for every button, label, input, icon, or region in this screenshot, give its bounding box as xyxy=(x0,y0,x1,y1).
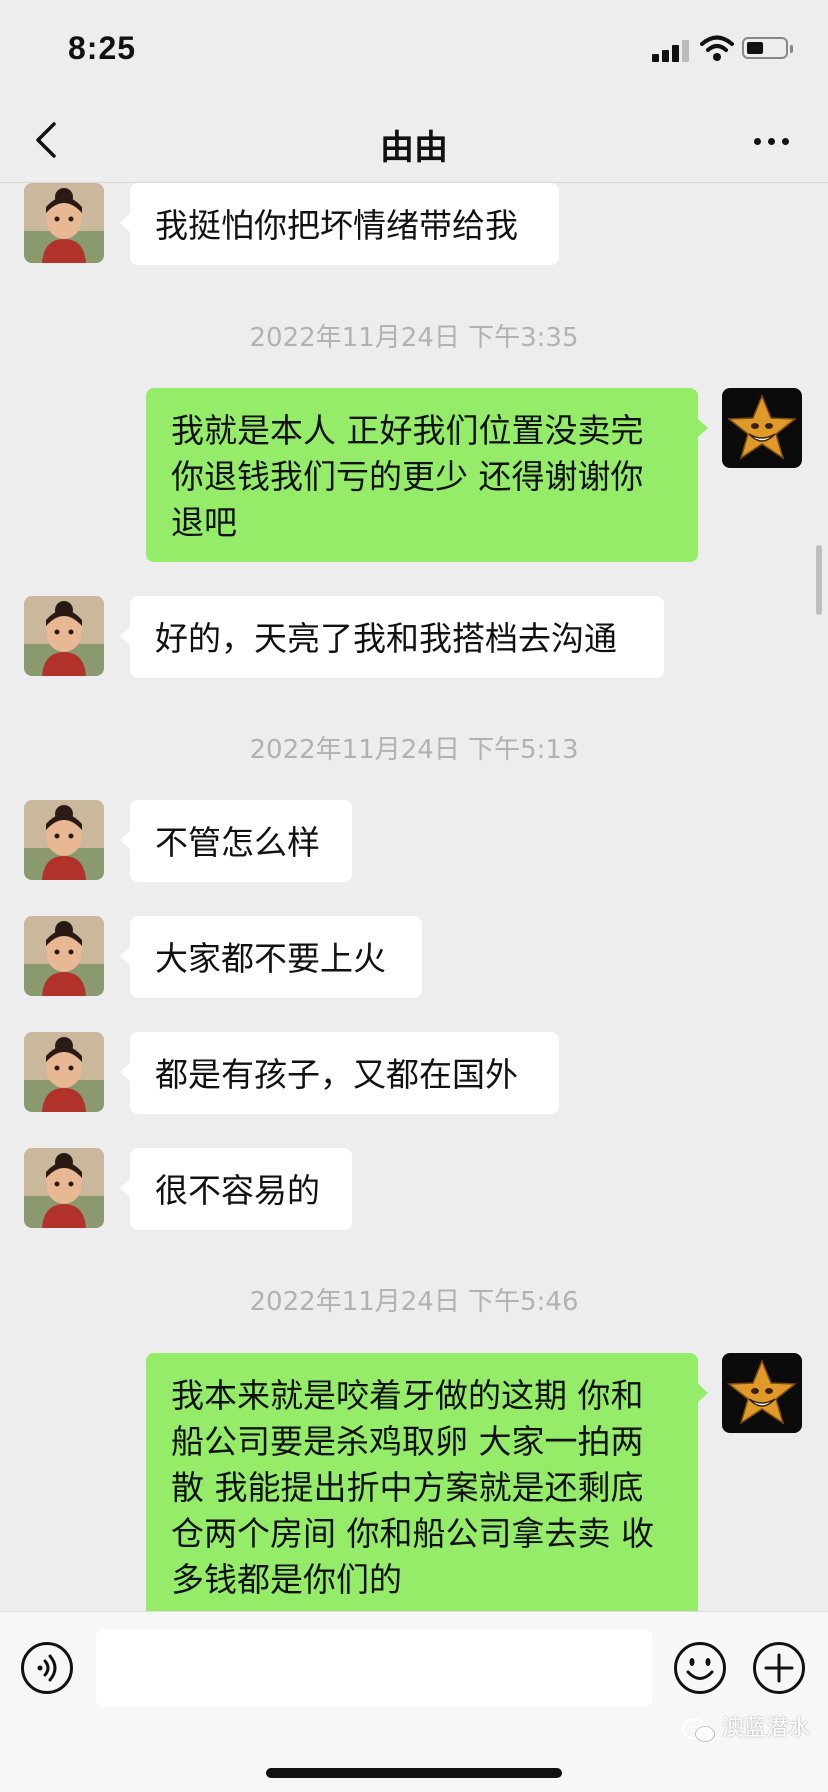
more-button[interactable] xyxy=(750,128,794,152)
message-bubble-incoming[interactable]: 不管怎么样 xyxy=(120,800,352,882)
contact-avatar[interactable] xyxy=(24,1148,104,1228)
my-avatar[interactable] xyxy=(722,1353,802,1433)
scroll-indicator[interactable] xyxy=(816,545,822,615)
message-timestamp: 2022年11月24日 下午3:35 xyxy=(249,323,579,353)
message-bubble-incoming[interactable]: 很不容易的 xyxy=(120,1148,352,1230)
watermark-text: 澳蓝潜水 xyxy=(722,1716,811,1741)
plus-circle-icon xyxy=(753,1642,805,1694)
message-bubble-outgoing[interactable]: 我本来就是咬着牙做的这期 你和 船公司要是杀鸡取卵 大家一拍两 散 我能提出折中… xyxy=(146,1353,708,1611)
emoji-button[interactable] xyxy=(673,1641,727,1695)
message-bubble-incoming[interactable]: 好的，天亮了我和我搭档去沟通 xyxy=(120,596,664,678)
wifi-icon xyxy=(700,34,734,62)
status-time: 8:25 xyxy=(68,30,137,66)
home-indicator[interactable] xyxy=(266,1768,562,1778)
wechat-logo-icon xyxy=(682,1718,715,1742)
message-bubble-outgoing[interactable]: 我就是本人 正好我们位置没卖完 你退钱我们亏的更少 还得谢谢你 退吧 xyxy=(146,388,708,562)
chat-header: 由由 xyxy=(0,100,828,183)
emoji-icon xyxy=(674,1642,726,1694)
voice-input-button[interactable] xyxy=(20,1641,74,1695)
input-bar: 澳蓝潜水 xyxy=(0,1611,828,1792)
message-timestamp: 2022年11月24日 下午5:13 xyxy=(249,735,579,765)
cellular-signal-icon xyxy=(652,38,692,62)
contact-avatar[interactable] xyxy=(24,1032,104,1112)
contact-avatar[interactable] xyxy=(24,916,104,996)
message-bubble-incoming[interactable]: 我挺怕你把坏情绪带给我 xyxy=(120,183,559,265)
chat-title: 由由 xyxy=(380,128,448,168)
more-dots-icon xyxy=(754,138,761,145)
my-avatar[interactable] xyxy=(722,388,802,468)
contact-avatar[interactable] xyxy=(24,183,104,263)
message-input[interactable] xyxy=(96,1629,652,1707)
contact-avatar[interactable] xyxy=(24,596,104,676)
message-list[interactable]: 我挺怕你把坏情绪带给我 2022年11月24日 下午3:35 我就是本人 正好我… xyxy=(0,183,828,1611)
message-bubble-incoming[interactable]: 大家都不要上火 xyxy=(120,916,422,998)
message-timestamp: 2022年11月24日 下午5:46 xyxy=(249,1287,579,1317)
message-bubble-incoming[interactable]: 都是有孩子，又都在国外 xyxy=(120,1032,559,1114)
voice-icon xyxy=(21,1642,73,1694)
more-functions-button[interactable] xyxy=(752,1641,806,1695)
status-bar: 8:25 xyxy=(0,0,828,100)
battery-icon xyxy=(742,37,793,59)
contact-avatar[interactable] xyxy=(24,800,104,880)
